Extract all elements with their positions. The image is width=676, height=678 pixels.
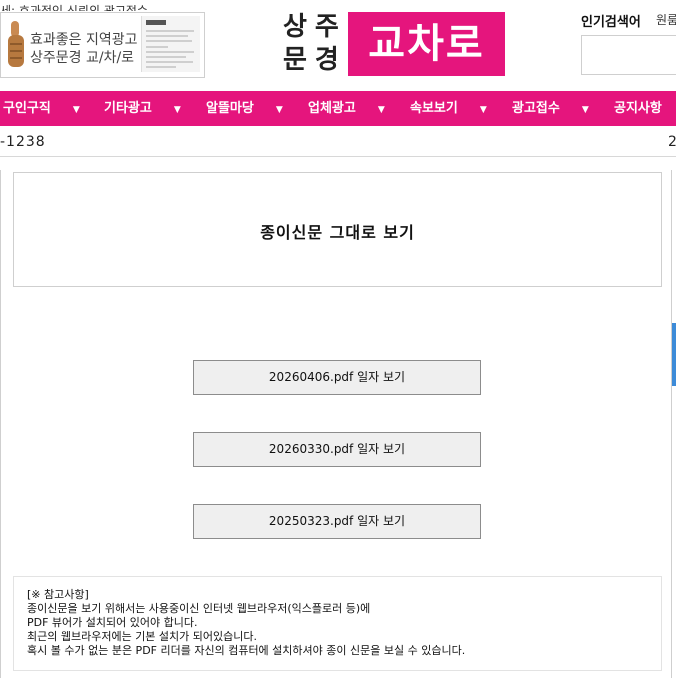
nav-item-label: 광고접수 bbox=[512, 101, 560, 116]
side-accent-bar[interactable] bbox=[672, 323, 676, 386]
phone-number: -1238 bbox=[0, 134, 46, 150]
ad-line-2: 상주문경 교/차/로 bbox=[30, 50, 135, 66]
main-nav: 구인구직 ▼ 기타광고 ▼ 알뜰마당 ▼ 업체광고 ▼ 속보보기 ▼ 광고접수 ▼ 공지사항 bbox=[0, 91, 676, 126]
chevron-down-icon: ▼ bbox=[479, 105, 487, 115]
logo-region-bottom: 문경 bbox=[283, 45, 347, 75]
ad-banner[interactable]: 효과좋은 지역광고 상주문경 교/차/로 bbox=[0, 12, 205, 78]
divider bbox=[0, 156, 676, 157]
nav-item-label: 속보보기 bbox=[410, 101, 458, 116]
content-frame-right bbox=[671, 170, 672, 678]
notice-line: PDF 뷰어가 설치되어 있어야 합니다. bbox=[27, 616, 198, 629]
notice-heading: [※ 참고사항] bbox=[27, 588, 89, 601]
chevron-down-icon: ▼ bbox=[72, 105, 80, 115]
pdf-view-button-1[interactable]: 20260406.pdf 일자 보기 bbox=[193, 360, 481, 395]
pdf-view-button-2[interactable]: 20260330.pdf 일자 보기 bbox=[193, 432, 481, 467]
info-right-text: 2 bbox=[668, 134, 676, 150]
pdf-view-button-3[interactable]: 20250323.pdf 일자 보기 bbox=[193, 504, 481, 539]
nav-item-notice[interactable]: 공지사항 bbox=[614, 91, 662, 126]
notice-line: 최근의 웹브라우저에는 기본 설치가 되어있습니다. bbox=[27, 630, 258, 643]
site-logo[interactable]: 교차로 bbox=[348, 12, 505, 76]
nav-item-label: 업체광고 bbox=[308, 101, 356, 116]
page-title-box: 종이신문 그대로 보기 bbox=[13, 172, 662, 287]
nav-item-jobs[interactable]: 구인구직 ▼ bbox=[3, 91, 80, 126]
chevron-down-icon: ▼ bbox=[377, 105, 385, 115]
notice-box: [※ 참고사항] 종이신문을 보기 위해서는 사용중이신 인터넷 웹브라우저(익… bbox=[13, 576, 662, 671]
notice-line: 종이신문을 보기 위해서는 사용중이신 인터넷 웹브라우저(익스플로러 등)에 bbox=[27, 602, 371, 615]
nav-item-ad-submit[interactable]: 광고접수 ▼ bbox=[512, 91, 589, 126]
nav-item-business-ads[interactable]: 업체광고 ▼ bbox=[308, 91, 385, 126]
page-title: 종이신문 그대로 보기 bbox=[260, 223, 415, 242]
nav-item-label: 알뜰마당 bbox=[206, 101, 254, 116]
nav-item-breaking[interactable]: 속보보기 ▼ bbox=[410, 91, 487, 126]
content-frame-left bbox=[0, 170, 1, 678]
search-input[interactable] bbox=[581, 35, 676, 75]
chevron-down-icon: ▼ bbox=[581, 105, 589, 115]
popular-search-title: 인기검색어 bbox=[581, 15, 641, 30]
logo-region-top: 상주 bbox=[283, 12, 347, 42]
nav-item-market[interactable]: 알뜰마당 ▼ bbox=[206, 91, 283, 126]
notice-line: 혹시 볼 수가 없는 분은 PDF 리더를 자신의 컴퓨터에 설치하셔야 종이 … bbox=[27, 644, 466, 657]
ad-line-1: 효과좋은 지역광고 bbox=[30, 32, 138, 48]
ticker-text[interactable]: 세: 효과적인 신뢰의 광고접수 bbox=[0, 4, 148, 11]
popular-keyword[interactable]: 원룸 bbox=[656, 11, 676, 28]
chevron-down-icon: ▼ bbox=[275, 105, 283, 115]
nav-item-label: 구인구직 bbox=[3, 101, 51, 116]
chevron-down-icon: ▼ bbox=[173, 105, 181, 115]
nav-item-other-ads[interactable]: 기타광고 ▼ bbox=[104, 91, 181, 126]
thumbs-up-icon bbox=[8, 21, 24, 67]
newspaper-thumbnail bbox=[141, 16, 200, 72]
nav-item-label: 공지사항 bbox=[614, 101, 662, 116]
nav-item-label: 기타광고 bbox=[104, 101, 152, 116]
